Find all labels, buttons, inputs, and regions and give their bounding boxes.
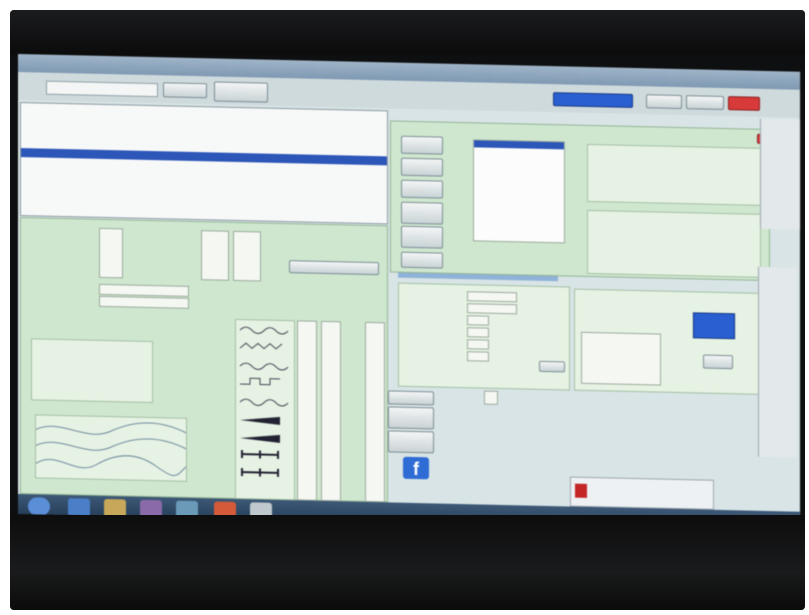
panel-action-button[interactable] [289,260,379,276]
toolbar-button-1[interactable] [163,82,207,99]
panel-button-4[interactable] [401,201,443,225]
toolbar-button-2[interactable] [214,81,268,103]
param-field-6[interactable] [467,351,489,362]
numeric-field-group[interactable] [99,227,123,279]
program-list[interactable] [20,102,388,225]
link-button-2[interactable] [388,406,434,430]
wave-shapes [239,326,289,477]
checkbox-column-3[interactable] [365,321,385,503]
results-button[interactable] [703,354,733,370]
info-display [587,143,761,206]
param-field-5[interactable] [467,339,489,350]
settings-panel [20,217,388,503]
side-panel [758,266,797,458]
monitor: f [10,10,805,610]
pdf-icon [575,483,587,498]
monitor-screen: f [18,54,800,532]
parameter-box [398,282,570,391]
dropdown-select[interactable] [553,92,633,108]
param-field-2[interactable] [467,303,517,315]
link-button-3[interactable] [388,430,434,454]
small-toggle[interactable] [484,390,498,405]
amplitude-select[interactable] [99,283,189,297]
wave-shape-column[interactable] [235,318,295,501]
checkbox-column-1[interactable] [297,320,317,501]
signal-panel [390,120,770,282]
search-input[interactable] [46,80,158,98]
facebook-icon[interactable]: f [403,456,429,480]
frequency-select[interactable] [99,295,189,309]
param-field-3[interactable] [467,315,489,326]
options-box [31,338,153,404]
toolbar-button-4[interactable] [686,95,724,111]
panel-button-5[interactable] [401,225,443,249]
panel-button-1[interactable] [401,135,443,155]
waveform-graphic [36,422,186,477]
param-field-1[interactable] [467,291,517,303]
signal-list-selected[interactable] [474,140,564,150]
panel-button-6[interactable] [401,251,443,269]
monitor-bezel-top [10,10,805,55]
panel-button-3[interactable] [401,179,443,199]
results-panel [574,288,764,395]
side-list[interactable] [760,118,800,230]
output-summary [587,209,761,278]
param-button[interactable] [539,360,565,373]
toolbar-button-3[interactable] [646,94,682,110]
monitor-bezel-bottom [10,515,805,610]
channel-2-fields[interactable] [233,230,261,282]
checkbox-column-2[interactable] [321,320,341,502]
signal-list[interactable] [473,139,565,244]
ie-icon[interactable] [68,498,90,517]
device-display-icon [693,312,735,340]
link-button-1[interactable] [388,390,434,406]
waveform-preview [35,414,187,482]
channel-1-fields[interactable] [201,230,229,281]
panel-button-2[interactable] [401,157,443,177]
start-orb-icon[interactable] [28,497,50,516]
close-button[interactable] [728,96,760,111]
notification-toast[interactable] [570,476,714,510]
results-preview [581,331,661,386]
param-field-4[interactable] [467,327,489,338]
photo-frame: f [0,0,809,615]
